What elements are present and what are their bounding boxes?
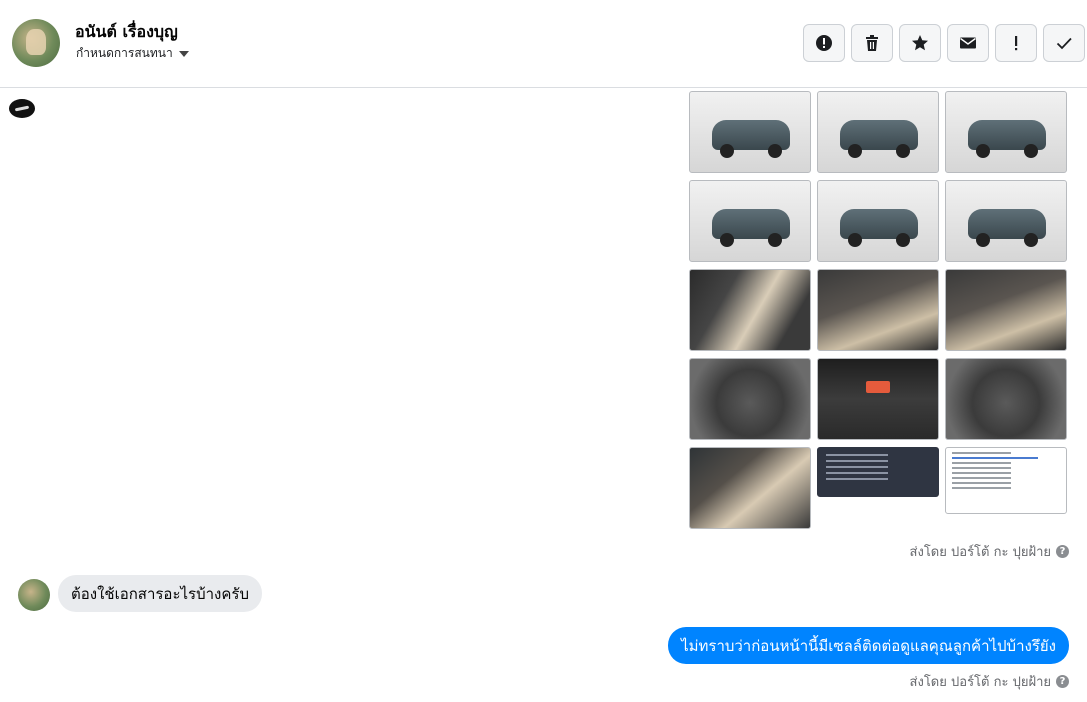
center-console-photo[interactable]	[817, 358, 939, 440]
check-icon	[1056, 37, 1072, 50]
car-front-photo[interactable]	[689, 91, 811, 173]
car-rear-photo[interactable]	[689, 180, 811, 262]
star-icon	[912, 35, 928, 51]
rear-seat-photo[interactable]	[689, 447, 811, 529]
spec-sheet-dark-photo[interactable]	[817, 447, 939, 497]
car-front-angle-photo[interactable]	[817, 91, 939, 173]
engine-detail-photo[interactable]	[945, 358, 1067, 440]
help-icon[interactable]: ?	[1056, 675, 1069, 688]
page-logo-icon	[9, 99, 35, 118]
contact-avatar-small[interactable]	[18, 579, 50, 611]
car-side-photo[interactable]	[817, 180, 939, 262]
gear-shift-photo[interactable]	[945, 269, 1067, 351]
door-interior-photo[interactable]	[689, 269, 811, 351]
outgoing-message-bubble[interactable]: ไม่ทราบว่าก่อนหน้านี้มีเซลล์ติดต่อดูแลคุ…	[668, 627, 1069, 664]
exclamation-icon	[1015, 36, 1018, 51]
caret-down-icon	[178, 50, 189, 57]
alert-circle-icon	[816, 35, 832, 51]
sent-by-label: ส่งโดย ปอร์โต้ กะ ปุยฝ้าย ?	[910, 541, 1069, 562]
conversation-header: อนันต์ เรื่องบุญ กำหนดการสนทนา	[0, 0, 1087, 88]
photo-grid	[689, 91, 1069, 529]
sent-by-label: ส่งโดย ปอร์โต้ กะ ปุยฝ้าย ?	[910, 671, 1069, 692]
spam-button[interactable]	[803, 24, 845, 62]
help-icon[interactable]: ?	[1056, 545, 1069, 558]
contact-avatar[interactable]	[12, 19, 60, 67]
sent-by-text: ส่งโดย ปอร์โต้ กะ ปุยฝ้าย	[909, 675, 1051, 690]
spec-sheet-light-photo[interactable]	[945, 447, 1067, 514]
car-rear-angle-photo[interactable]	[945, 91, 1067, 173]
conversation-setting-dropdown[interactable]: กำหนดการสนทนา	[76, 44, 189, 63]
star-button[interactable]	[899, 24, 941, 62]
trash-icon	[866, 35, 878, 51]
mark-unread-button[interactable]	[947, 24, 989, 62]
conversation-setting-label: กำหนดการสนทนา	[76, 46, 173, 60]
conversation-toolbar	[803, 24, 1085, 62]
dashboard-interior-photo[interactable]	[817, 269, 939, 351]
delete-button[interactable]	[851, 24, 893, 62]
follow-up-button[interactable]	[995, 24, 1037, 62]
engine-bay-photo[interactable]	[689, 358, 811, 440]
sent-by-text: ส่งโดย ปอร์โต้ กะ ปุยฝ้าย	[909, 545, 1051, 560]
incoming-message-bubble[interactable]: ต้องใช้เอกสารอะไรบ้างครับ	[58, 575, 262, 612]
contact-name[interactable]: อนันต์ เรื่องบุญ	[75, 20, 178, 45]
done-button[interactable]	[1043, 24, 1085, 62]
car-side-angle-photo[interactable]	[945, 180, 1067, 262]
envelope-icon	[960, 37, 976, 49]
